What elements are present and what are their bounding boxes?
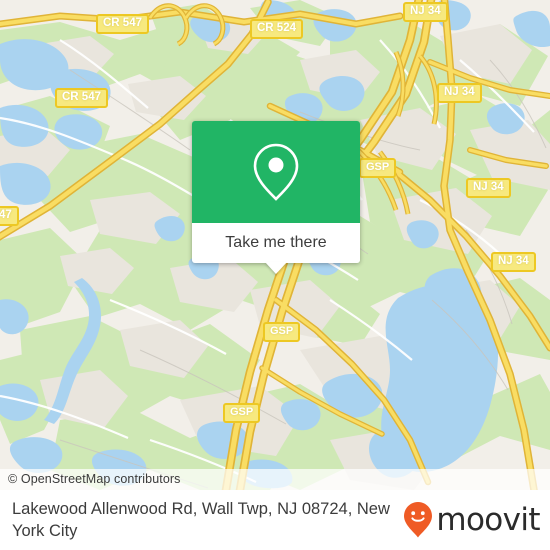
popup-tail [265,262,287,274]
popup-icon-panel [192,121,360,223]
address-label: Lakewood Allenwood Rd, Wall Twp, NJ 0872… [12,500,390,540]
footer-bar: Lakewood Allenwood Rd, Wall Twp, NJ 0872… [0,490,550,550]
take-me-there-button[interactable]: Take me there [192,223,360,274]
road-shield: GSP [263,322,301,342]
moovit-wordmark: moovit [436,501,540,538]
road-shield: GSP [223,403,261,423]
take-me-there-label: Take me there [225,234,327,251]
road-shield: NJ 34 [466,178,511,198]
moovit-smiley-pin-icon [404,502,433,538]
moovit-map-screenshot: CR 547 CR 524 NJ 34 CR 547 NJ 34 47 GSP NJ 34 NJ… [0,0,550,550]
road-shield: CR 524 [250,19,303,39]
road-shield: NJ 34 [491,252,536,272]
road-shield: CR 547 [55,88,108,108]
road-shield: CR 547 [96,14,149,34]
road-shield: NJ 34 [437,83,482,103]
road-shield: NJ 34 [403,2,448,22]
location-popup-card[interactable]: Take me there [192,121,360,274]
road-shield: 47 [0,206,19,226]
map-pin-icon [253,143,299,201]
map-attribution: © OpenStreetMap contributors [0,469,550,490]
road-shield: GSP [359,158,397,178]
moovit-logo[interactable]: moovit [403,501,541,539]
